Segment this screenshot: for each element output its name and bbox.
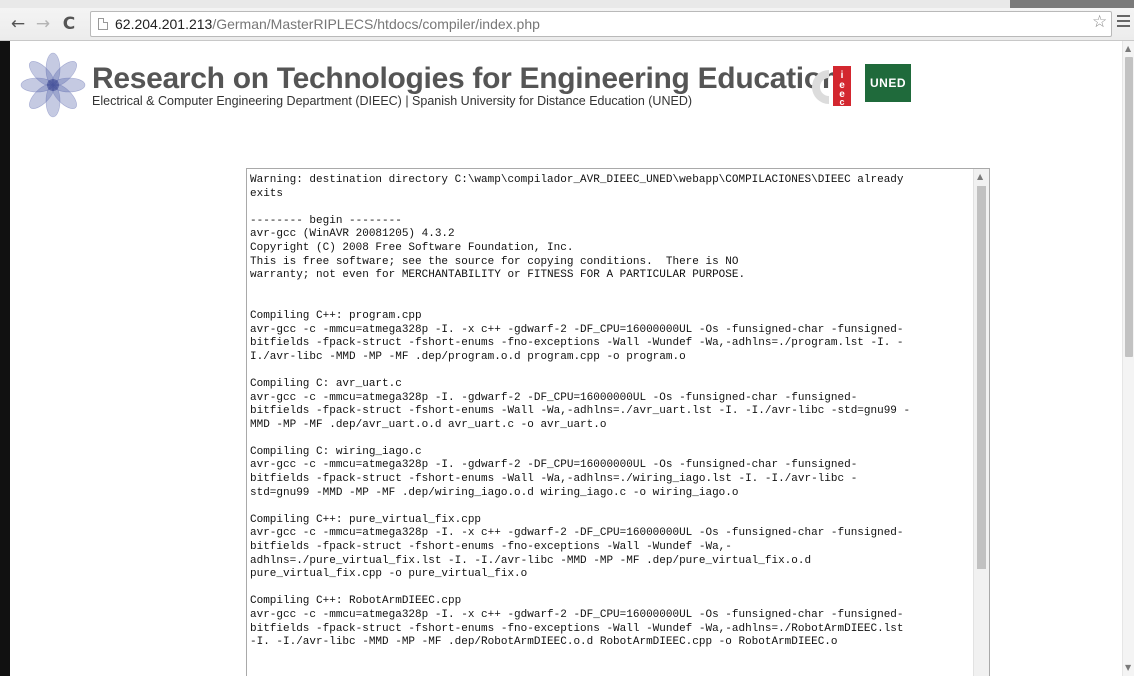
back-arrow-icon[interactable]: ← (8, 14, 28, 34)
address-bar[interactable]: 62.204.201.213/German/MasterRIPLECS/htdo… (90, 11, 1112, 37)
compiler-output-box[interactable]: Warning: destination directory C:\wamp\c… (246, 168, 990, 676)
output-line: Compiling C++: pure_virtual_fix.cpp (250, 513, 482, 526)
output-line: avr-gcc -c -mmcu=atmega328p -I. -gdwarf-… (250, 391, 858, 404)
svg-text:c: c (839, 97, 844, 107)
page-scrollbar[interactable]: ▲ ▼ (1122, 41, 1134, 676)
output-scrollbar[interactable]: ▲ (973, 169, 989, 676)
output-line: bitfields -fpack-struct -fshort-enums -W… (250, 405, 911, 418)
star-logo-icon (20, 52, 86, 118)
url-host: 62.204.201.213 (115, 16, 213, 32)
output-line: avr-gcc -c -mmcu=atmega328p -I. -x c++ -… (250, 527, 904, 540)
output-line: bitfields -fpack-struct -fshort-enums -f… (250, 541, 732, 554)
output-line: bitfields -fpack-struct -fshort-enums -f… (250, 622, 904, 635)
output-line: pure_virtual_fix.cpp -o pure_virtual_fix… (250, 568, 528, 581)
output-line: Warning: destination directory C:\wamp\c… (250, 174, 904, 186)
url-path: /German/MasterRIPLECS/htdocs/compiler/in… (212, 16, 540, 32)
site-title: Research on Technologies for Engineering… (92, 62, 840, 95)
output-line: Copyright (C) 2008 Free Software Foundat… (250, 241, 574, 254)
star-icon[interactable]: ☆ (1092, 12, 1107, 32)
browser-toolbar: ← → C 62.204.201.213/German/MasterRIPLEC… (0, 0, 1134, 41)
output-line: -I. -I./avr-libc -MMD -MP -MF .dep/Robot… (250, 636, 838, 649)
tab-strip (0, 0, 1134, 8)
compiler-output-text: Warning: destination directory C:\wamp\c… (250, 174, 972, 650)
output-line: avr-gcc -c -mmcu=atmega328p -I. -x c++ -… (250, 323, 904, 336)
tab-strip-edge (1010, 0, 1134, 8)
site-subtitle: Electrical & Computer Engineering Depart… (92, 94, 693, 108)
page-scrollbar-thumb[interactable] (1125, 57, 1133, 357)
output-line: bitfields -fpack-struct -fshort-enums -f… (250, 337, 904, 350)
left-edge-strip (0, 41, 10, 676)
output-line: bitfields -fpack-struct -fshort-enums -W… (250, 473, 858, 486)
output-line: warranty; not even for MERCHANTABILITY o… (250, 269, 746, 282)
output-line: Compiling C: avr_uart.c (250, 377, 402, 390)
output-line: -------- begin -------- (250, 214, 402, 227)
output-line: avr-gcc -c -mmcu=atmega328p -I. -x c++ -… (250, 609, 904, 621)
scroll-down-arrow-icon[interactable]: ▼ (1125, 663, 1131, 672)
output-line: std=gnu99 -MMD -MP -MF .dep/wiring_iago.… (250, 486, 739, 499)
output-line: Compiling C++: RobotArmDIEEC.cpp (250, 595, 462, 608)
page-icon (98, 18, 108, 30)
forward-arrow-icon[interactable]: → (33, 14, 53, 34)
output-line: exits (250, 187, 284, 200)
uned-logo: UNED (865, 64, 911, 102)
output-line: This is free software; see the source fo… (250, 255, 739, 268)
output-scroll-up-arrow-icon[interactable]: ▲ (977, 172, 983, 181)
output-scrollbar-thumb[interactable] (977, 186, 986, 569)
output-line: avr-gcc -c -mmcu=atmega328p -I. -gdwarf-… (250, 459, 858, 472)
output-line: avr-gcc (WinAVR 20081205) 4.3.2 (250, 228, 455, 241)
output-line: MMD -MP -MF .dep/avr_uart.o.d avr_uart.c… (250, 418, 607, 431)
reload-icon[interactable]: C (59, 14, 79, 34)
output-line: I./avr-libc -MMD -MP -MF .dep/program.o.… (250, 350, 686, 363)
hamburger-menu-icon[interactable] (1117, 15, 1130, 30)
output-line: adhlns=./pure_virtual_fix.lst -I. -I./av… (250, 554, 812, 567)
scroll-up-arrow-icon[interactable]: ▲ (1125, 44, 1131, 53)
ieec-logo-icon: i e e c (812, 66, 851, 107)
output-line: Compiling C++: program.cpp (250, 309, 422, 322)
output-line: Compiling C: wiring_iago.c (250, 445, 422, 458)
url-text[interactable]: 62.204.201.213/German/MasterRIPLECS/htdo… (115, 16, 540, 32)
